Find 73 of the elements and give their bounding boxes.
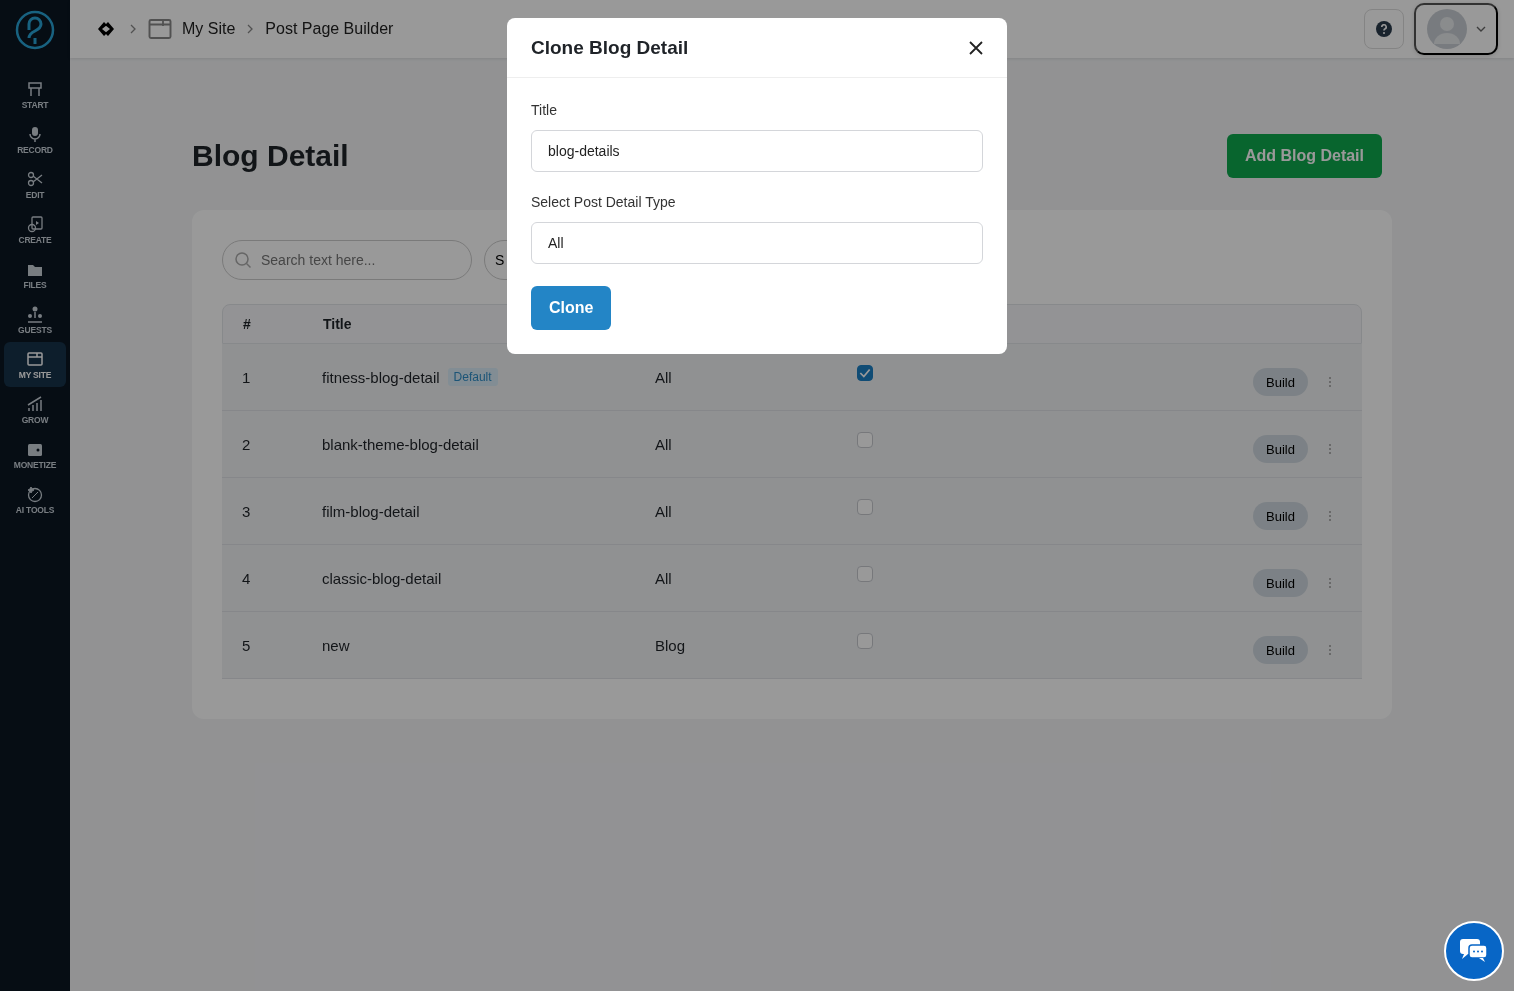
table-cell: new — [322, 636, 350, 654]
column-header: # — [242, 316, 252, 332]
table-cell-text: 5 — [241, 636, 252, 654]
build-button[interactable]: Build — [1253, 435, 1308, 463]
checkbox[interactable] — [857, 432, 873, 448]
input-field[interactable]: All — [531, 222, 983, 264]
build-button[interactable]: Build — [1253, 368, 1308, 396]
table-cell-text: All — [655, 502, 673, 520]
sidebar-item[interactable]: RECORD — [4, 117, 66, 162]
table-cell-text: All — [655, 368, 673, 386]
build-button[interactable]: Build — [1253, 502, 1308, 530]
browser-window-icon — [148, 17, 172, 41]
table-cell-text: All — [655, 569, 673, 587]
checkbox[interactable] — [857, 566, 873, 582]
user-menu-button[interactable] — [1414, 3, 1498, 55]
chat-button[interactable] — [1444, 921, 1504, 981]
sidebar-item[interactable]: START — [4, 72, 66, 117]
field-label: Title — [531, 102, 558, 118]
browser-window-icon — [26, 349, 44, 368]
sidebar-item[interactable]: CREATE — [4, 207, 66, 252]
sidebar-item[interactable]: AI TOOLS — [4, 477, 66, 522]
microphone-icon — [26, 124, 44, 143]
table-cell-text: Blog — [655, 636, 687, 654]
more-options-icon[interactable] — [1328, 644, 1332, 656]
sidebar-item[interactable]: MY SITE — [4, 342, 66, 387]
field-label: Select Post Detail Type — [531, 194, 677, 210]
help-icon — [1375, 20, 1393, 38]
sidebar-item[interactable]: EDIT — [4, 162, 66, 207]
avatar-icon — [1426, 9, 1467, 49]
checkbox[interactable] — [857, 633, 873, 649]
table-cell-text: 4 — [241, 569, 252, 587]
more-options-icon[interactable] — [1328, 443, 1332, 455]
more-options-icon[interactable] — [1328, 510, 1332, 522]
scissors-icon — [26, 169, 44, 188]
table-cell-text: All — [655, 435, 673, 453]
build-button[interactable]: Build — [1253, 636, 1308, 664]
board-icon — [26, 79, 44, 98]
more-options-icon[interactable] — [1328, 376, 1332, 388]
more-options-icon[interactable] — [1328, 577, 1332, 589]
table-cell-text: 1 — [241, 368, 252, 386]
video-file-icon — [26, 214, 44, 233]
bar-chart-icon — [26, 394, 44, 413]
sidebar-item[interactable]: GUESTS — [4, 297, 66, 342]
close-icon[interactable] — [969, 40, 983, 55]
build-button[interactable]: Build — [1253, 569, 1308, 597]
table-cell-text: 3 — [241, 502, 252, 520]
checkbox[interactable] — [857, 365, 873, 381]
checkbox[interactable] — [857, 499, 873, 515]
input-field[interactable]: blog-details — [531, 130, 983, 172]
people-icon — [26, 304, 44, 323]
table-cell: classic-blog-detail — [322, 569, 442, 587]
clone-button[interactable]: Clone — [531, 286, 612, 330]
table-cell: film-blog-detail — [322, 502, 420, 520]
sidebar-item[interactable]: FILES — [4, 252, 66, 297]
chevron-down-icon — [1475, 24, 1486, 34]
add-button[interactable]: Add Blog Detail — [1226, 134, 1382, 178]
chevron-right-icon — [128, 24, 138, 34]
table-cell-text: 2 — [241, 435, 252, 453]
breadcrumb-link[interactable]: My Site — [182, 20, 236, 38]
sidebar-item[interactable]: GROW — [4, 387, 66, 432]
check-icon — [858, 366, 872, 380]
page-title: Blog Detail — [192, 139, 349, 173]
column-header: Title — [323, 316, 353, 332]
dialog-title: Clone Blog Detail — [531, 36, 689, 59]
breadcrumb-link[interactable]: Post Page Builder — [265, 20, 394, 38]
table-cell: blank-theme-blog-detail — [322, 435, 479, 453]
search-field[interactable]: Search text here... — [222, 240, 472, 280]
default-badge: Default — [447, 368, 498, 386]
chat-icon — [1459, 938, 1489, 964]
help-button[interactable] — [1364, 9, 1404, 49]
sidebar-item[interactable]: MONETIZE — [4, 432, 66, 477]
table-cell: fitness-blog-detail — [322, 368, 440, 386]
logo-icon — [15, 10, 55, 50]
